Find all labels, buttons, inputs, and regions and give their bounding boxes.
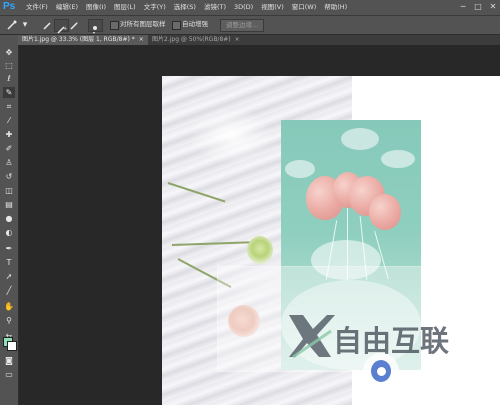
document-tab-bar: 图片1.jpg @ 33.3% (图层 1, RGB/8#) * × 图片2.jp… xyxy=(18,35,500,45)
dodge-tool-icon[interactable]: ◐ xyxy=(3,227,15,238)
tab-image2-label: 图片2.jpg @ 50%(RGB/8#) xyxy=(152,36,231,43)
sample-all-layers-checkbox[interactable] xyxy=(110,21,119,30)
minimize-button[interactable]: ─ xyxy=(456,1,470,13)
svg-text:+: + xyxy=(63,26,67,32)
menu-list: 文件(F) 编辑(E) 图像(I) 图层(L) 文字(Y) 选择(S) 滤镜(T… xyxy=(22,2,351,13)
watermark-badge-dot xyxy=(377,367,386,376)
menu-file[interactable]: 文件(F) xyxy=(22,2,52,13)
menu-edit[interactable]: 编辑(E) xyxy=(52,2,82,13)
menu-window[interactable]: 窗口(W) xyxy=(288,2,321,13)
watermark-text-2: 好装机 xyxy=(402,371,460,393)
tab-image2[interactable]: 图片2.jpg @ 50%(RGB/8#) × xyxy=(148,35,244,45)
tab-image2-close-icon[interactable]: × xyxy=(235,36,240,43)
zoom-tool-icon[interactable]: ⚲ xyxy=(3,315,15,326)
background-color-swatch[interactable] xyxy=(7,341,17,351)
tab-image1-label: 图片1.jpg @ 33.3% (图层 1, RGB/8#) * xyxy=(22,36,135,43)
photoshop-window: Ps 文件(F) 编辑(E) 图像(I) 图层(L) 文字(Y) 选择(S) 滤… xyxy=(0,0,500,405)
blur-tool-icon[interactable]: ● xyxy=(3,213,15,224)
menu-bar: Ps 文件(F) 编辑(E) 图像(I) 图层(L) 文字(Y) 选择(S) 滤… xyxy=(0,0,500,16)
sample-all-layers-label: 对所有图层取样 xyxy=(120,20,166,28)
menu-select[interactable]: 选择(S) xyxy=(170,2,200,13)
move-tool-icon[interactable]: ✥ xyxy=(3,47,15,58)
subtract-from-selection-icon[interactable]: - xyxy=(69,19,81,31)
yellow-flower xyxy=(247,236,273,264)
menu-help[interactable]: 帮助(H) xyxy=(320,2,351,13)
refine-edge-button[interactable]: 调整边缘... xyxy=(220,19,265,32)
gradient-tool-icon[interactable]: ▤ xyxy=(3,199,15,210)
quick-selection-preset-icon[interactable] xyxy=(6,19,18,31)
healing-brush-tool-icon[interactable]: ✚ xyxy=(3,129,15,140)
quick-selection-tool-icon[interactable]: ✎ xyxy=(3,87,15,98)
menu-image[interactable]: 图像(I) xyxy=(82,2,110,13)
cloud xyxy=(341,128,379,150)
menu-filter[interactable]: 滤镜(T) xyxy=(200,2,230,13)
menu-layer[interactable]: 图层(L) xyxy=(110,2,140,13)
menu-type[interactable]: 文字(Y) xyxy=(140,2,170,13)
add-to-selection-icon[interactable]: + xyxy=(54,19,69,34)
toolbox: ✥ ⬚ ℓ ✎ ⌗ ⁄ ✚ ✐ ♙ ↺ ◫ ▤ ● ◐ ✒ T ➚ ╱ ✋ ⚲ … xyxy=(0,35,19,405)
eraser-tool-icon[interactable]: ◫ xyxy=(3,185,15,196)
cloud xyxy=(285,160,315,178)
app-logo: Ps xyxy=(3,1,16,12)
crop-tool-icon[interactable]: ⌗ xyxy=(3,101,15,112)
path-selection-tool-icon[interactable]: ➚ xyxy=(3,271,15,282)
watermark-text: 自由互联 xyxy=(333,324,450,358)
type-tool-icon[interactable]: T xyxy=(3,257,15,268)
lasso-tool-icon[interactable]: ℓ xyxy=(3,73,15,84)
preset-dropdown-icon[interactable]: ▾ xyxy=(19,19,31,31)
marquee-tool-icon[interactable]: ⬚ xyxy=(3,60,15,71)
balloon xyxy=(369,194,401,230)
auto-enhance-label: 自动增强 xyxy=(182,20,208,28)
brush-tool-icon[interactable]: ✐ xyxy=(3,143,15,154)
hand-tool-icon[interactable]: ✋ xyxy=(3,301,15,312)
quick-mask-icon[interactable]: ◙ xyxy=(3,355,15,366)
eyedropper-tool-icon[interactable]: ⁄ xyxy=(3,115,15,126)
history-brush-tool-icon[interactable]: ↺ xyxy=(3,171,15,182)
tab-image1[interactable]: 图片1.jpg @ 33.3% (图层 1, RGB/8#) * × xyxy=(18,35,148,45)
pen-tool-icon[interactable]: ✒ xyxy=(3,243,15,254)
clone-stamp-tool-icon[interactable]: ♙ xyxy=(3,157,15,168)
cloud xyxy=(381,150,415,168)
screen-mode-icon[interactable]: ▭ xyxy=(3,369,15,380)
close-button[interactable]: ✕ xyxy=(486,1,500,13)
svg-text:-: - xyxy=(76,20,78,26)
auto-enhance-checkbox[interactable] xyxy=(172,21,181,30)
menu-view[interactable]: 视图(V) xyxy=(257,2,288,13)
menu-3d[interactable]: 3D(D) xyxy=(230,2,257,13)
new-selection-icon[interactable] xyxy=(42,19,54,31)
line-tool-icon[interactable]: ╱ xyxy=(3,285,15,296)
maximize-button[interactable]: □ xyxy=(471,1,485,13)
options-bar: ▾ + - ▾ 对所有图层取样 自动增强 调整边缘... xyxy=(0,16,500,35)
tab-image1-close-icon[interactable]: × xyxy=(139,36,144,43)
brush-size-picker[interactable]: ▾ xyxy=(88,19,103,35)
watermark-logo xyxy=(289,315,335,359)
